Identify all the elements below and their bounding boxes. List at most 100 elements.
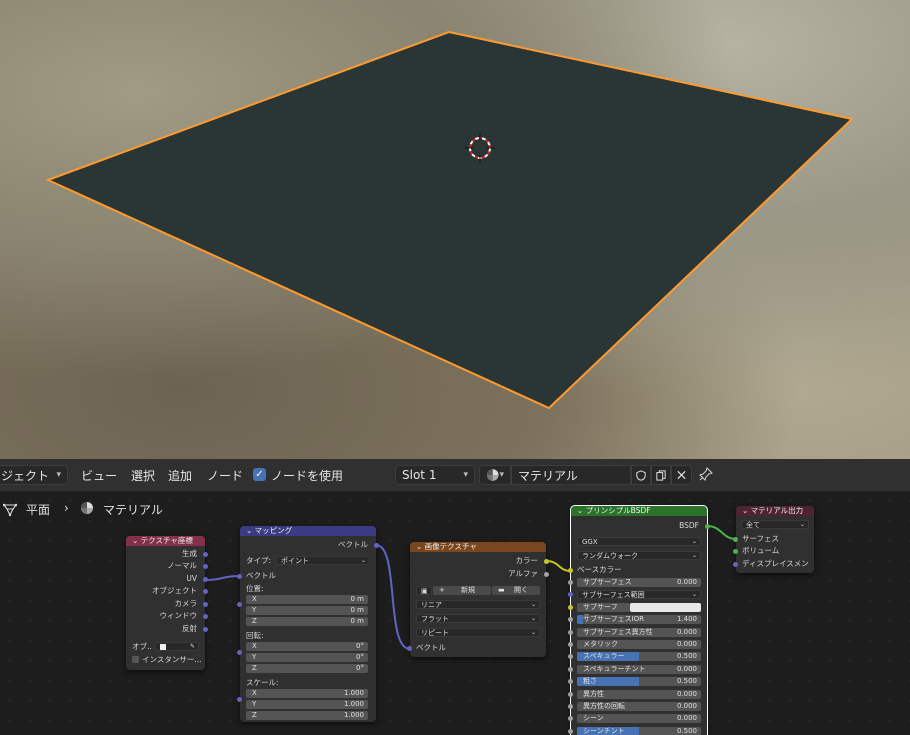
rotation-x-field[interactable]: X 0°	[246, 642, 368, 651]
duplicate-material-button[interactable]	[651, 465, 671, 485]
scale-y-field[interactable]: Y 1.000	[246, 700, 368, 709]
bsdf-field[interactable]: サブサーフェス異方性 0.000	[577, 627, 701, 637]
extension-dropdown[interactable]: リピート ⌄	[416, 628, 540, 637]
bsdf-field[interactable]: 異方性の回転 0.000	[577, 702, 701, 711]
chevron-down-icon: ⌄	[799, 521, 805, 528]
socket[interactable]	[203, 627, 208, 632]
image-browse-button[interactable]: ▣	[416, 586, 432, 595]
open-image-button[interactable]: ▬ 開く	[492, 586, 540, 595]
location-x-field[interactable]: X 0 m	[246, 595, 368, 604]
bsdf-field[interactable]: サブサーフェス範囲 ⌄	[577, 590, 701, 600]
socket[interactable]	[203, 614, 208, 619]
unlink-material-button[interactable]	[671, 465, 692, 485]
material-output-node[interactable]: ⌄ マテリアル出力 全て ⌄ サーフェス ボリューム ディスプレイスメン	[733, 506, 814, 573]
socket[interactable]	[705, 524, 710, 529]
socket[interactable]	[544, 572, 549, 577]
socket[interactable]	[568, 617, 573, 623]
rotation-z-field[interactable]: Z 0°	[246, 664, 368, 673]
bsdf-field[interactable]: シーンチント 0.500	[577, 726, 701, 735]
instancer-checkbox-row[interactable]: インスタンサー...	[126, 655, 205, 665]
socket[interactable]	[203, 589, 208, 594]
socket[interactable]	[237, 650, 242, 655]
bsdf-field[interactable]: サブサーフェスIOR 1.400	[577, 615, 701, 625]
object-field[interactable]: ✎	[155, 642, 199, 651]
material-name-field[interactable]: マテリアル	[511, 465, 631, 485]
node-header[interactable]: ⌄ テクスチャ座標	[126, 536, 205, 546]
new-image-button[interactable]: + 新規	[433, 586, 491, 595]
scale-x-field[interactable]: X 1.000	[246, 689, 368, 698]
pin-button[interactable]	[698, 466, 714, 484]
use-nodes-checkbox[interactable]: ✓	[253, 468, 266, 481]
3d-viewport[interactable]	[0, 0, 910, 459]
output-target-dropdown[interactable]: 全て ⌄	[741, 520, 809, 529]
location-y-field[interactable]: Y 0 m	[246, 606, 368, 615]
material-browse-button[interactable]: ▾	[479, 465, 511, 485]
socket[interactable]	[568, 728, 573, 734]
socket[interactable]	[568, 580, 573, 585]
output-uv: UV	[186, 574, 197, 583]
field-value: 0.500	[676, 726, 697, 735]
socket[interactable]	[568, 666, 573, 672]
socket[interactable]	[733, 537, 738, 542]
bsdf-field[interactable]: メタリック 0.000	[577, 640, 701, 649]
location-z-field[interactable]: Z 0 m	[246, 617, 368, 626]
socket[interactable]	[203, 552, 208, 557]
principled-bsdf-node[interactable]: ⌄ プリンシプルBSDF BSDF GGX ⌄ ランダムウォーク ⌄ ベースカラー …	[568, 505, 710, 735]
mapping-node[interactable]: ⌄ マッピング ベクトル タイプ: ポイント ⌄ ベクトル 位置: X0 m Y0…	[237, 526, 379, 722]
socket[interactable]	[733, 562, 738, 567]
bsdf-field[interactable]: 異方性 0.000	[577, 689, 701, 699]
socket[interactable]	[237, 697, 242, 702]
rotation-y-field[interactable]: Y 0°	[246, 653, 368, 662]
distribution-dropdown[interactable]: GGX ⌄	[577, 537, 701, 546]
node-header[interactable]: ⌄ プリンシプルBSDF	[571, 506, 707, 516]
bsdf-field[interactable]: スペキュラーチント 0.000	[577, 664, 701, 674]
socket[interactable]	[568, 654, 573, 660]
node-header[interactable]: ⌄ 画像テクスチャ	[410, 542, 546, 552]
socket[interactable]	[568, 716, 573, 722]
object-mode-dropdown[interactable]: ジェクト ▾	[0, 465, 68, 485]
texture-coordinate-node[interactable]: ⌄ テクスチャ座標 生成 ノーマル UV オブジェクト カメラ ウィンドウ 反射…	[126, 536, 208, 670]
node-editor-canvas[interactable]: 平面 › マテリアル ⌄ テクスチャ座標 生成 ノーマル UV オブジェクト カ…	[0, 491, 910, 735]
socket[interactable]	[203, 564, 208, 569]
socket[interactable]	[374, 543, 379, 548]
socket[interactable]	[568, 629, 573, 635]
socket[interactable]	[237, 574, 242, 579]
bsdf-field[interactable]: サブサーフェス 0.000	[577, 578, 701, 587]
shield-icon	[636, 469, 646, 481]
socket[interactable]	[568, 642, 573, 647]
slot-dropdown[interactable]: Slot 1 ▾	[395, 465, 475, 485]
instancer-checkbox[interactable]	[132, 656, 139, 663]
socket[interactable]	[568, 691, 573, 697]
type-dropdown[interactable]: ポイント ⌄	[276, 556, 370, 565]
menu-node[interactable]: ノード	[207, 467, 243, 484]
image-texture-node[interactable]: ⌄ 画像テクスチャ カラー アルファ ▣ + 新規 ▬ 開く リニア ⌄ フラット ⌄ …	[407, 542, 549, 657]
interpolation-dropdown[interactable]: リニア ⌄	[416, 600, 540, 609]
menu-view[interactable]: ビュー	[81, 467, 117, 484]
bsdf-field[interactable]: スペキュラー 0.500	[577, 652, 701, 662]
menu-select[interactable]: 選択	[131, 467, 155, 484]
socket[interactable]	[203, 577, 208, 582]
link-uv-mapping	[204, 575, 241, 581]
menu-add[interactable]: 追加	[168, 467, 192, 484]
socket[interactable]	[568, 568, 573, 573]
bsdf-field[interactable]: 粗さ 0.500	[577, 677, 701, 687]
subsurface-method-dropdown[interactable]: ランダムウォーク ⌄	[577, 551, 701, 560]
socket[interactable]	[407, 646, 412, 651]
bsdf-field[interactable]: シーン 0.000	[577, 714, 701, 724]
scale-z-field[interactable]: Z 1.000	[246, 711, 368, 720]
projection-dropdown[interactable]: フラット ⌄	[416, 614, 540, 623]
color-swatch[interactable]	[630, 602, 701, 612]
socket[interactable]	[237, 602, 242, 607]
socket[interactable]	[568, 679, 573, 685]
socket[interactable]	[203, 602, 208, 607]
bsdf-field[interactable]: サブサーフェ...	[577, 602, 630, 620]
socket[interactable]	[733, 549, 738, 554]
socket[interactable]	[568, 704, 573, 709]
socket[interactable]	[568, 592, 573, 598]
node-header[interactable]: ⌄ マテリアル出力	[736, 506, 814, 516]
socket[interactable]	[544, 559, 549, 564]
socket[interactable]	[568, 604, 573, 610]
plane-mesh[interactable]	[45, 30, 855, 410]
fake-user-button[interactable]	[631, 465, 651, 485]
node-header[interactable]: ⌄ マッピング	[240, 526, 376, 536]
